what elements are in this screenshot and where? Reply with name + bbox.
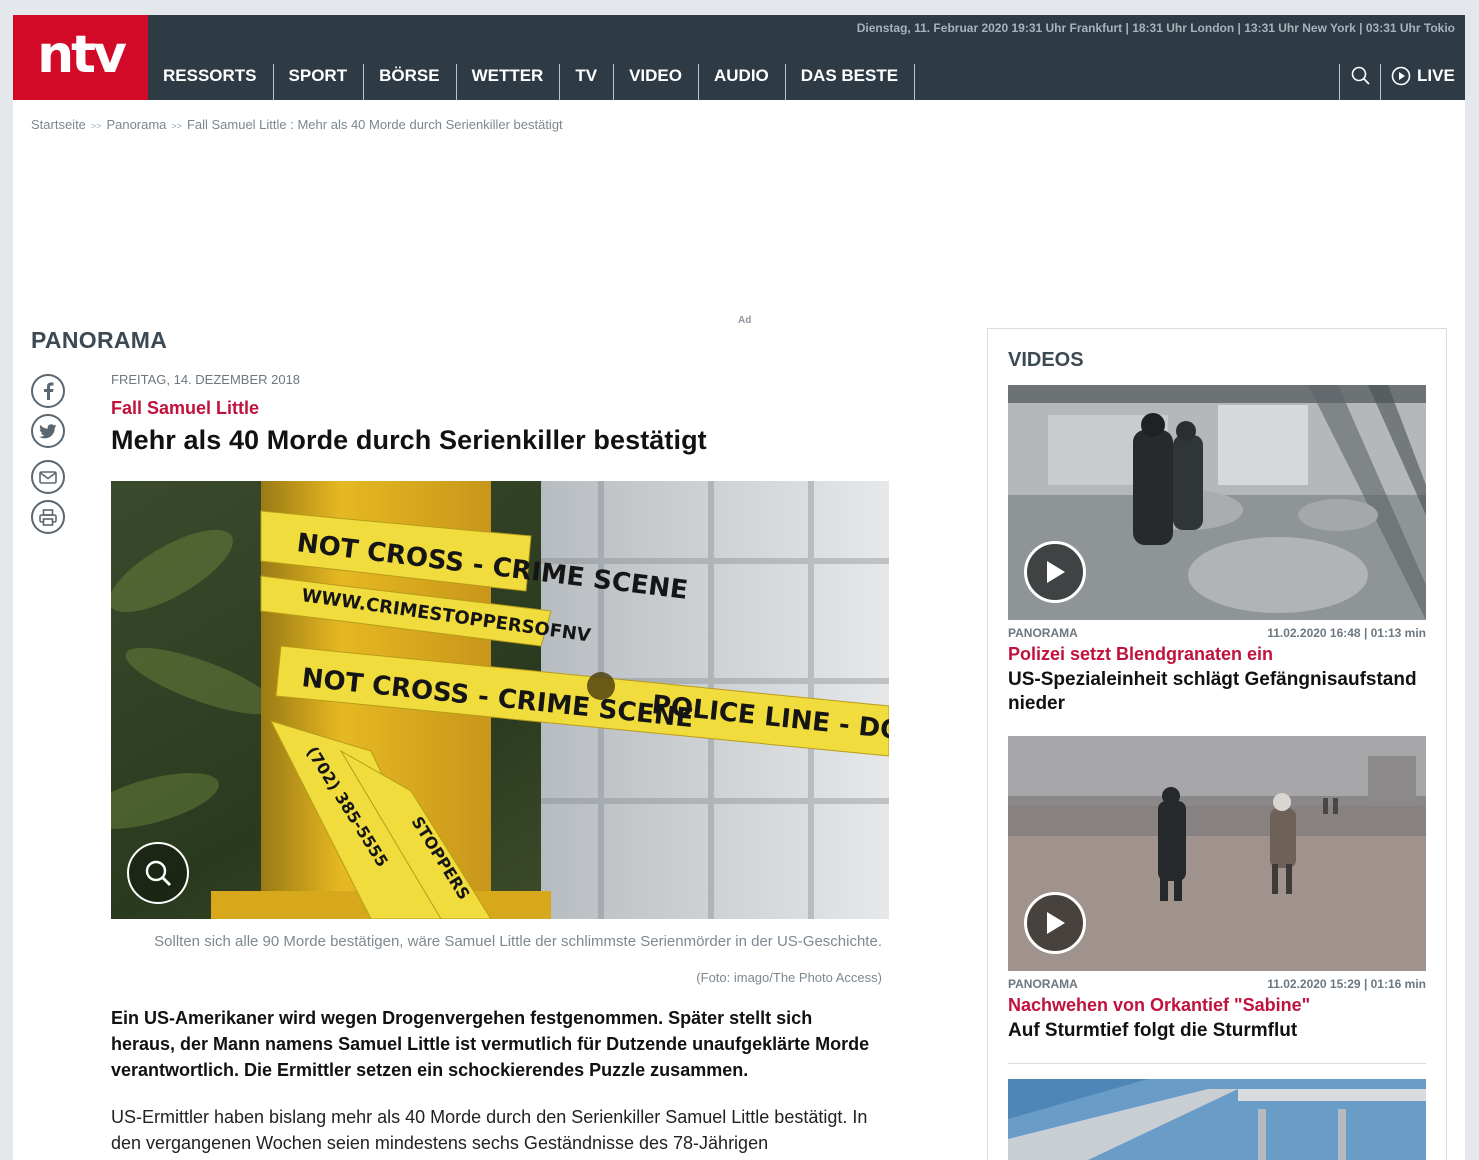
video-kicker[interactable]: Nachwehen von Orkantief "Sabine" bbox=[1008, 995, 1426, 1016]
live-label: LIVE bbox=[1417, 66, 1455, 85]
site-header: ntv Dienstag, 11. Februar 2020 19:31 Uhr… bbox=[13, 15, 1465, 100]
ntv-logo[interactable]: ntv bbox=[13, 15, 148, 100]
live-button[interactable]: LIVE bbox=[1381, 64, 1465, 100]
search-icon bbox=[1351, 66, 1370, 85]
article-header: FREITAG, 14. DEZEMBER 2018 Fall Samuel L… bbox=[111, 372, 891, 456]
video-thumbnail[interactable] bbox=[1008, 1079, 1426, 1160]
breadcrumb-home[interactable]: Startseite bbox=[31, 117, 86, 132]
video-teaser[interactable]: PANORAMA 11.02.2020 16:48 | 01:13 min Po… bbox=[1008, 385, 1426, 716]
image-credit: (Foto: imago/The Photo Access) bbox=[696, 970, 882, 985]
play-button[interactable] bbox=[1024, 541, 1086, 603]
article-image[interactable]: NOT CROSS - CRIME SCENE WWW.CRIMESTOPPER… bbox=[111, 481, 889, 919]
article-lead: Ein US-Amerikaner wird wegen Drogenverge… bbox=[111, 1008, 870, 1080]
breadcrumb-separator: >> bbox=[90, 121, 102, 131]
zoom-image-button[interactable] bbox=[127, 842, 189, 904]
section-title[interactable]: PANORAMA bbox=[31, 327, 167, 354]
video-title[interactable]: US-Spezialeinheit schlägt Gefängnisaufst… bbox=[1008, 668, 1426, 716]
video-section: PANORAMA bbox=[1008, 977, 1078, 991]
nav-das-beste[interactable]: DAS BESTE bbox=[786, 64, 916, 100]
video-section: PANORAMA bbox=[1008, 626, 1078, 640]
nav-sport[interactable]: SPORT bbox=[274, 64, 365, 100]
crime-scene-tape-photo: NOT CROSS - CRIME SCENE WWW.CRIMESTOPPER… bbox=[111, 481, 889, 919]
video-thumbnail[interactable] bbox=[1008, 736, 1426, 971]
video-thumbnail[interactable] bbox=[1008, 385, 1426, 620]
world-clock: Dienstag, 11. Februar 2020 19:31 Uhr Fra… bbox=[856, 21, 1455, 35]
breadcrumb: Startseite >> Panorama >> Fall Samuel Little… bbox=[31, 117, 563, 132]
play-circle-icon bbox=[1391, 66, 1411, 86]
play-icon bbox=[1047, 561, 1065, 583]
building-video-still bbox=[1008, 1079, 1426, 1160]
share-mail-button[interactable] bbox=[31, 460, 65, 494]
divider bbox=[1008, 1063, 1426, 1064]
video-meta: PANORAMA 11.02.2020 15:29 | 01:16 min bbox=[1008, 977, 1426, 991]
nav-tools: LIVE bbox=[1339, 64, 1465, 100]
video-teaser[interactable] bbox=[1008, 1079, 1426, 1160]
video-teaser[interactable]: PANORAMA 11.02.2020 15:29 | 01:16 min Na… bbox=[1008, 736, 1426, 1043]
video-meta: PANORAMA 11.02.2020 16:48 | 01:13 min bbox=[1008, 626, 1426, 640]
breadcrumb-current: Fall Samuel Little : Mehr als 40 Morde d… bbox=[186, 117, 563, 132]
nav-tv[interactable]: TV bbox=[560, 64, 615, 100]
article-title: Mehr als 40 Morde durch Serienkiller bes… bbox=[111, 425, 707, 455]
zoom-icon bbox=[145, 860, 171, 886]
video-title[interactable]: Auf Sturmtief folgt die Sturmflut bbox=[1008, 1019, 1426, 1043]
breadcrumb-panorama[interactable]: Panorama bbox=[106, 117, 166, 132]
nav-audio[interactable]: AUDIO bbox=[699, 64, 786, 100]
page-content: Startseite >> Panorama >> Fall Samuel Little… bbox=[13, 100, 1465, 1160]
article-date: FREITAG, 14. DEZEMBER 2018 bbox=[111, 372, 301, 387]
image-caption: Sollten sich alle 90 Morde bestätigen, w… bbox=[154, 933, 882, 950]
share-bar bbox=[31, 374, 65, 540]
videos-sidebar: VIDEOS PANORAMA 11.02.2020 16:48 | 01:13… bbox=[987, 328, 1447, 1160]
video-date-duration: 11.02.2020 16:48 | 01:13 min bbox=[1267, 626, 1426, 640]
logo-text: ntv bbox=[37, 24, 127, 85]
video-date-duration: 11.02.2020 15:29 | 01:16 min bbox=[1267, 977, 1426, 991]
nav-video[interactable]: VIDEO bbox=[614, 64, 699, 100]
play-button[interactable] bbox=[1024, 892, 1086, 954]
video-kicker[interactable]: Polizei setzt Blendgranaten ein bbox=[1008, 644, 1426, 665]
print-button[interactable] bbox=[31, 500, 65, 534]
facebook-icon bbox=[44, 382, 54, 400]
mail-icon bbox=[39, 470, 57, 484]
article-kicker: Fall Samuel Little bbox=[111, 398, 260, 418]
print-icon bbox=[39, 508, 57, 526]
ad-label: Ad bbox=[738, 315, 752, 326]
main-nav: RESSORTS SPORT BÖRSE WETTER TV VIDEO AUD… bbox=[148, 64, 916, 100]
share-facebook-button[interactable] bbox=[31, 374, 65, 408]
nav-boerse[interactable]: BÖRSE bbox=[364, 64, 457, 100]
sidebar-title[interactable]: VIDEOS bbox=[1008, 349, 1084, 372]
nav-ressorts[interactable]: RESSORTS bbox=[148, 64, 274, 100]
nav-wetter[interactable]: WETTER bbox=[457, 64, 561, 100]
play-icon bbox=[1047, 912, 1065, 934]
breadcrumb-separator: >> bbox=[171, 121, 182, 131]
article-body: US-Ermittler haben bislang mehr als 40 M… bbox=[111, 1107, 868, 1153]
twitter-icon bbox=[39, 423, 57, 438]
search-button[interactable] bbox=[1339, 64, 1381, 100]
share-twitter-button[interactable] bbox=[31, 414, 65, 448]
